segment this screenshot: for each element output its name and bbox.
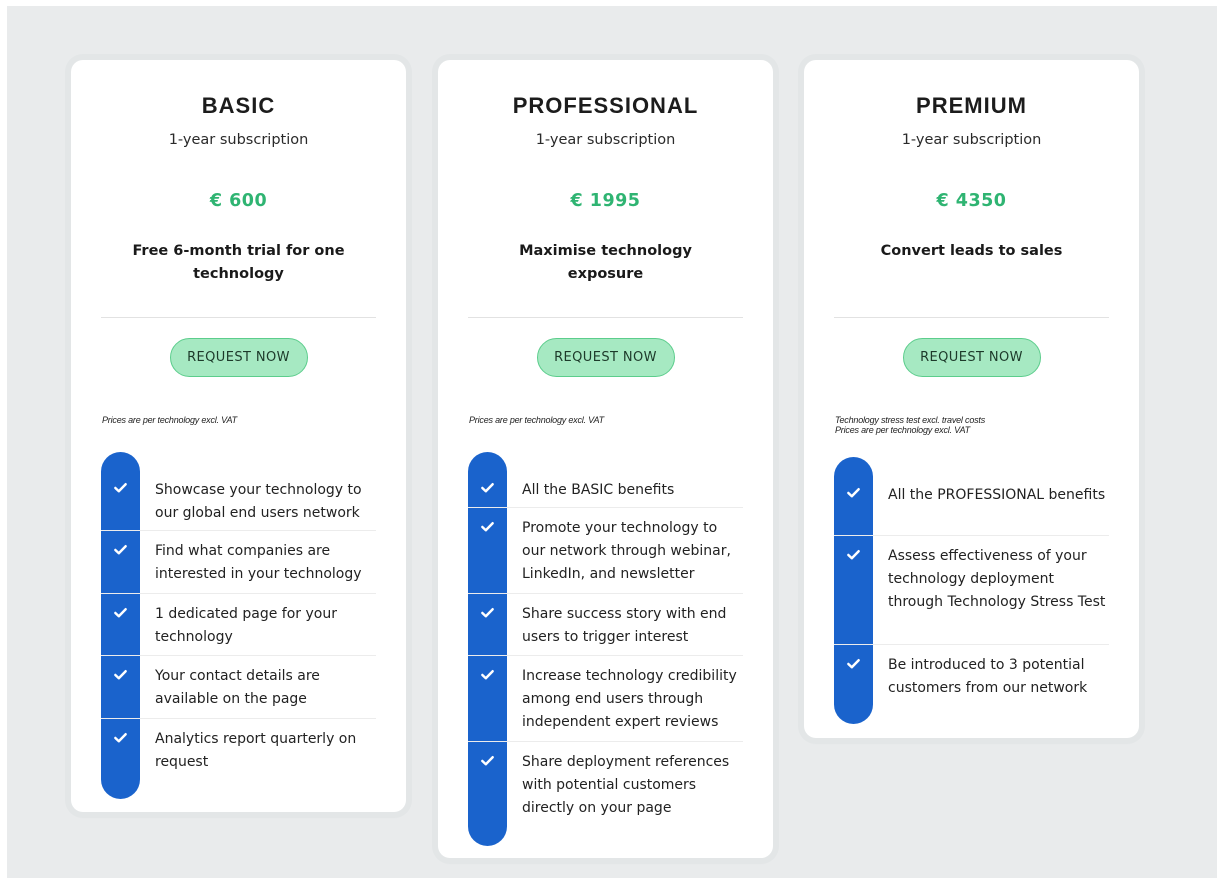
feature-item: Analytics report quarterly on request — [101, 719, 376, 799]
plan-name: PROFESSIONAL — [512, 93, 699, 118]
plan-card-basic: BASIC 1-year subscription € 600 Free 6-m… — [71, 60, 406, 812]
plan-subtitle: 1-year subscription — [901, 132, 1042, 148]
pricing-section: BASIC 1-year subscription € 600 Free 6-m… — [7, 6, 1217, 878]
check-icon — [114, 608, 127, 618]
plan-subtitle: 1-year subscription — [168, 132, 309, 148]
plan-tagline: Maximise technology exposure — [519, 243, 692, 282]
check-icon — [481, 483, 494, 493]
note-line: Prices are per technology excl. VAT — [102, 415, 237, 425]
feature-item: All the PROFESSIONAL benefits — [834, 457, 1109, 536]
check-icon — [114, 670, 127, 680]
plan-price: € 1995 — [570, 191, 641, 211]
check-icon — [481, 756, 494, 766]
plan-card-professional: PROFESSIONAL 1-year subscription € 1995 … — [438, 60, 773, 858]
request-now-button[interactable]: REQUEST NOW — [536, 338, 675, 377]
plan-price: € 4350 — [936, 191, 1007, 211]
price-note: Technology stress test excl. travel cost… — [835, 415, 1119, 435]
feature-item: Find what companies are interested in yo… — [101, 531, 376, 594]
feature-list: Showcase your technology to our global e… — [101, 452, 376, 799]
check-icon — [114, 483, 127, 493]
feature-item: Increase technology credibility among en… — [468, 656, 743, 742]
note-line: Prices are per technology excl. VAT — [469, 415, 604, 425]
note-line: Technology stress test excl. travel cost… — [835, 415, 986, 425]
feature-text: Showcase your technology to our global e… — [155, 482, 362, 521]
plan-name: PREMIUM — [916, 93, 1027, 118]
divider — [468, 317, 743, 318]
check-icon — [847, 488, 860, 498]
feature-item: Share deployment references with potenti… — [468, 742, 743, 846]
feature-text: Assess effectiveness of your technology … — [888, 548, 1106, 610]
price-note: Prices are per technology excl. VAT — [469, 415, 753, 425]
feature-text: Promote your technology to our network t… — [522, 520, 731, 582]
plan-card-premium: PREMIUM 1-year subscription € 4350 Conve… — [804, 60, 1139, 738]
feature-text: All the BASIC benefits — [522, 482, 675, 498]
feature-list: All the PROFESSIONAL benefits Assess eff… — [834, 457, 1109, 724]
feature-item: Your contact details are available on th… — [101, 656, 376, 719]
price-note: Prices are per technology excl. VAT — [102, 415, 386, 425]
check-icon — [481, 670, 494, 680]
note-line: Prices are per technology excl. VAT — [835, 425, 970, 435]
feature-text: Analytics report quarterly on request — [155, 731, 357, 770]
plan-name: BASIC — [201, 93, 276, 118]
check-icon — [114, 733, 127, 743]
feature-item: Showcase your technology to our global e… — [101, 452, 376, 531]
plan-tagline: Free 6-month trial for one technology — [132, 243, 345, 282]
feature-text: Share success story with end users to tr… — [522, 606, 727, 645]
feature-text: 1 dedicated page for your technology — [155, 606, 337, 645]
feature-item: 1 dedicated page for your technology — [101, 594, 376, 656]
plan-price: € 600 — [209, 191, 268, 211]
plan-subtitle: 1-year subscription — [535, 132, 676, 148]
feature-item: Promote your technology to our network t… — [468, 508, 743, 594]
feature-item: Be introduced to 3 potential customers f… — [834, 645, 1109, 724]
check-icon — [114, 545, 127, 555]
feature-list: All the BASIC benefits Promote your tech… — [468, 452, 743, 846]
plan-tagline: Convert leads to sales — [880, 243, 1063, 259]
feature-text: Be introduced to 3 potential customers f… — [888, 657, 1088, 696]
feature-text: All the PROFESSIONAL benefits — [888, 487, 1106, 503]
feature-text: Share deployment references with potenti… — [522, 754, 730, 816]
feature-item: Share success story with end users to tr… — [468, 594, 743, 656]
divider — [101, 317, 376, 318]
check-icon — [847, 550, 860, 560]
divider — [834, 317, 1109, 318]
request-now-button[interactable]: REQUEST NOW — [169, 338, 308, 377]
check-icon — [847, 659, 860, 669]
request-now-button[interactable]: REQUEST NOW — [902, 338, 1041, 377]
feature-text: Your contact details are available on th… — [155, 668, 320, 707]
feature-item: Assess effectiveness of your technology … — [834, 536, 1109, 645]
feature-item: All the BASIC benefits — [468, 452, 743, 508]
feature-text: Increase technology credibility among en… — [522, 668, 737, 730]
check-icon — [481, 522, 494, 532]
feature-text: Find what companies are interested in yo… — [155, 543, 362, 582]
check-icon — [481, 608, 494, 618]
